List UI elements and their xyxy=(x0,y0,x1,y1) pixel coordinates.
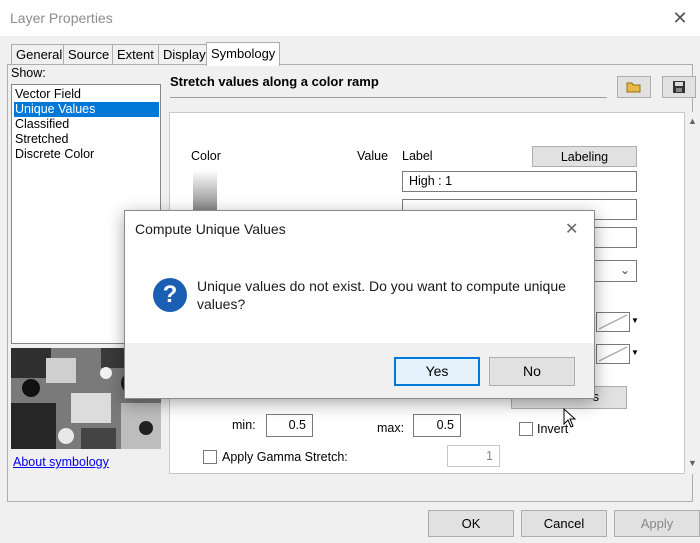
ok-button[interactable]: OK xyxy=(428,510,514,537)
tab-display[interactable]: Display xyxy=(158,44,211,64)
mouse-cursor-icon xyxy=(563,407,577,431)
high-label-input[interactable]: High : 1 xyxy=(402,171,637,192)
window-title: Layer Properties xyxy=(10,10,113,26)
about-symbology-link[interactable]: About symbology xyxy=(13,455,109,469)
max-label: max: xyxy=(377,421,405,435)
tab-symbology[interactable]: Symbology xyxy=(206,42,281,66)
folder-open-icon xyxy=(626,82,642,97)
min-input[interactable]: 0.5 xyxy=(266,414,313,437)
question-icon: ? xyxy=(153,278,187,312)
gamma-value-input[interactable]: 1 xyxy=(447,445,500,467)
vertical-scrollbar[interactable]: ▲ ▼ xyxy=(686,112,700,474)
scroll-up-icon[interactable]: ▲ xyxy=(688,116,697,126)
labeling-button[interactable]: Labeling xyxy=(532,146,637,167)
cancel-button[interactable]: Cancel xyxy=(521,510,607,537)
gamma-stretch-label: Apply Gamma Stretch: xyxy=(222,450,348,464)
show-item-vector-field[interactable]: Vector Field xyxy=(14,87,159,102)
close-icon[interactable]: ✕ xyxy=(668,6,692,30)
min-label: min: xyxy=(232,418,256,432)
no-button[interactable]: No xyxy=(489,357,575,386)
show-label: Show: xyxy=(11,66,46,80)
show-item-stretched[interactable]: Stretched xyxy=(14,132,159,147)
save-icon xyxy=(672,81,686,97)
color-dropdown-arrow-icon[interactable]: ▼ xyxy=(631,316,639,325)
apply-button[interactable]: Apply xyxy=(614,510,700,537)
tab-general[interactable]: General xyxy=(11,44,68,64)
color-dropdown-arrow-icon[interactable]: ▼ xyxy=(631,348,639,357)
invert-checkbox[interactable] xyxy=(519,422,533,436)
yes-button[interactable]: Yes xyxy=(394,357,480,386)
label-column-header: Label xyxy=(402,149,433,163)
title-bar: Layer Properties ✕ xyxy=(0,0,700,36)
dialog-title: Compute Unique Values xyxy=(135,221,286,237)
dialog-message: Unique values do not exist. Do you want … xyxy=(197,278,566,312)
gamma-stretch-checkbox[interactable] xyxy=(203,450,217,464)
chevron-down-icon: ⌄ xyxy=(619,263,630,277)
color-ramp-swatch xyxy=(193,170,217,210)
compute-unique-values-dialog: Compute Unique Values ✕ ? Unique values … xyxy=(124,210,595,399)
max-input[interactable]: 0.5 xyxy=(413,414,461,437)
show-item-unique-values[interactable]: Unique Values xyxy=(14,102,159,117)
heading-divider xyxy=(170,97,607,98)
show-item-classified[interactable]: Classified xyxy=(14,117,159,132)
save-layer-file-button[interactable] xyxy=(662,76,696,98)
value-column-header: Value xyxy=(357,149,389,163)
background-color-swatch[interactable] xyxy=(596,312,630,332)
color-column-header: Color xyxy=(191,149,221,163)
tab-source[interactable]: Source xyxy=(63,44,115,64)
renderer-heading: Stretch values along a color ramp xyxy=(170,74,379,89)
open-layer-file-button[interactable] xyxy=(617,76,651,98)
tab-extent[interactable]: Extent xyxy=(112,44,159,64)
close-icon[interactable]: ✕ xyxy=(565,219,578,239)
nodata-color-swatch[interactable] xyxy=(596,344,630,364)
scroll-down-icon[interactable]: ▼ xyxy=(688,458,697,468)
show-item-discrete-color[interactable]: Discrete Color xyxy=(14,147,159,162)
